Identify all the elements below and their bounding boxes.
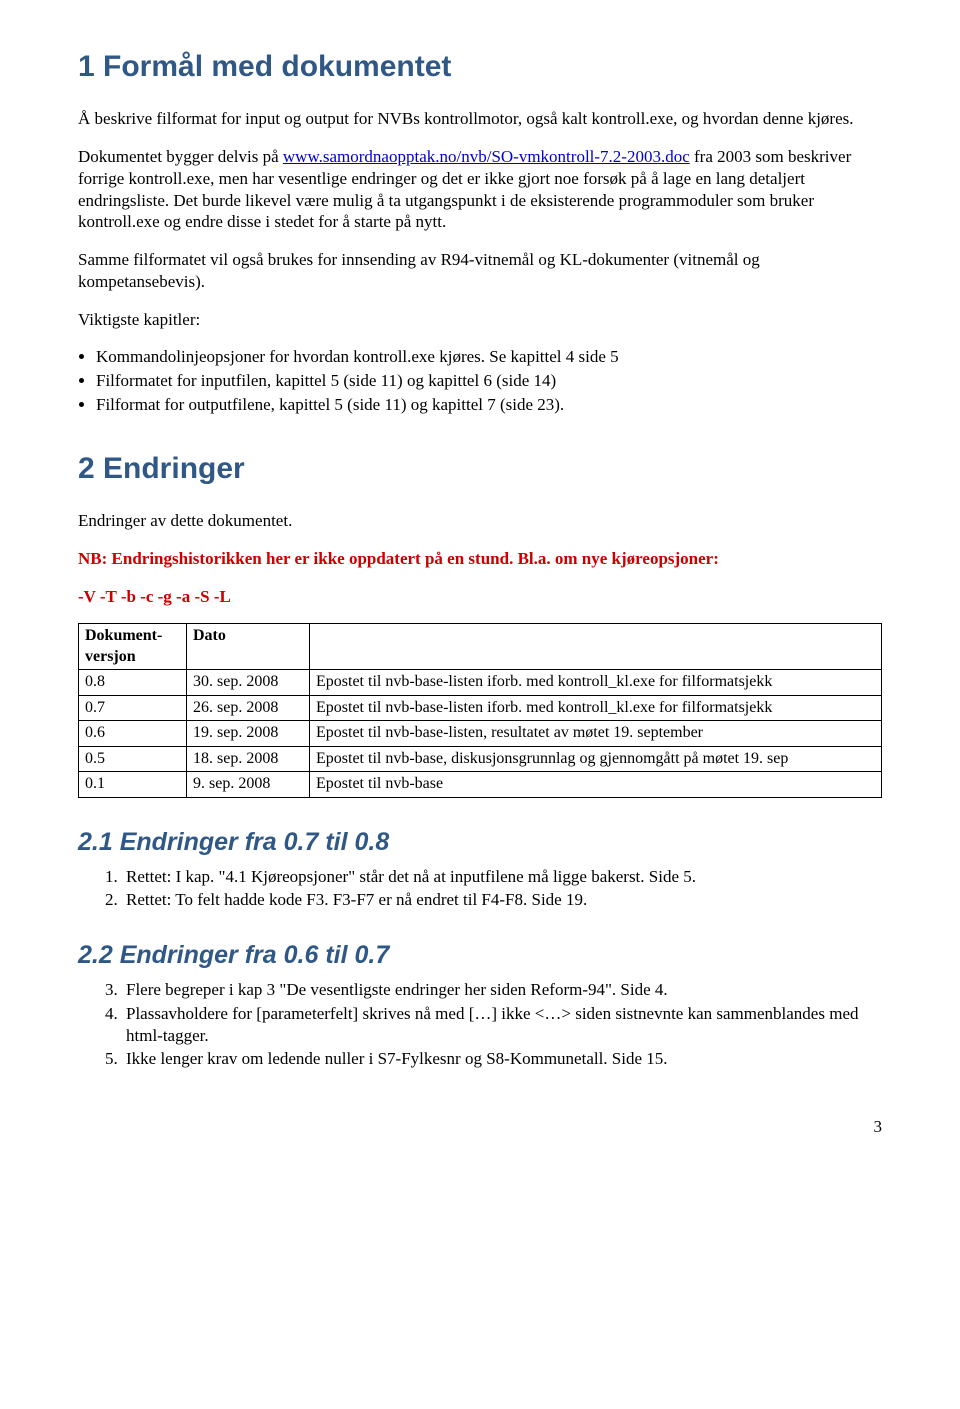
table-row: 0.7 26. sep. 2008 Epostet til nvb-base-l… — [79, 695, 882, 720]
list-item: Ikke lenger krav om ledende nuller i S7-… — [122, 1048, 882, 1070]
table-row: 0.1 9. sep. 2008 Epostet til nvb-base — [79, 772, 882, 797]
table-cell: 0.6 — [79, 721, 187, 746]
section-2-heading: 2 Endringer — [78, 450, 882, 488]
table-cell: Epostet til nvb-base — [310, 772, 882, 797]
s1-p2-text-a: Dokumentet bygger delvis på — [78, 147, 283, 166]
page-number: 3 — [78, 1116, 882, 1138]
section-2-2-heading: 2.2 Endringer fra 0.6 til 0.7 — [78, 939, 882, 971]
table-cell: Epostet til nvb-base-listen, resultatet … — [310, 721, 882, 746]
table-cell: 18. sep. 2008 — [187, 746, 310, 771]
table-cell: 0.8 — [79, 670, 187, 695]
table-cell: Epostet til nvb-base-listen iforb. med k… — [310, 695, 882, 720]
table-cell: 0.1 — [79, 772, 187, 797]
table-row: 0.6 19. sep. 2008 Epostet til nvb-base-l… — [79, 721, 882, 746]
table-cell: Epostet til nvb-base, diskusjonsgrunnlag… — [310, 746, 882, 771]
list-item: Filformat for outputfilene, kapittel 5 (… — [96, 394, 882, 416]
list-item: Rettet: To felt hadde kode F3. F3-F7 er … — [122, 889, 882, 911]
list-item: Flere begreper i kap 3 "De vesentligste … — [122, 979, 882, 1001]
table-cell: 19. sep. 2008 — [187, 721, 310, 746]
table-cell: 30. sep. 2008 — [187, 670, 310, 695]
s1-paragraph-2: Dokumentet bygger delvis på www.samordna… — [78, 146, 882, 233]
table-cell: Epostet til nvb-base-listen iforb. med k… — [310, 670, 882, 695]
s22-list: Flere begreper i kap 3 "De vesentligste … — [78, 979, 882, 1070]
table-header-row: Dokument-versjon Dato — [79, 624, 882, 670]
list-item: Kommandolinjeopsjoner for hvordan kontro… — [96, 346, 882, 368]
section-1-heading: 1 Formål med dokumentet — [78, 48, 882, 86]
table-header: Dokument-versjon — [79, 624, 187, 670]
s2-nb-note: NB: Endringshistorikken her er ikke oppd… — [78, 548, 882, 570]
table-header — [310, 624, 882, 670]
s1-paragraph-3: Samme filformatet vil også brukes for in… — [78, 249, 882, 293]
s1-bullet-list: Kommandolinjeopsjoner for hvordan kontro… — [78, 346, 882, 415]
s2-paragraph-1: Endringer av dette dokumentet. — [78, 510, 882, 532]
table-cell: 9. sep. 2008 — [187, 772, 310, 797]
section-2-1-heading: 2.1 Endringer fra 0.7 til 0.8 — [78, 826, 882, 858]
s1-paragraph-4: Viktigste kapitler: — [78, 309, 882, 331]
changes-table: Dokument-versjon Dato 0.8 30. sep. 2008 … — [78, 623, 882, 797]
table-cell: 0.5 — [79, 746, 187, 771]
table-row: 0.5 18. sep. 2008 Epostet til nvb-base, … — [79, 746, 882, 771]
table-cell: 26. sep. 2008 — [187, 695, 310, 720]
table-header: Dato — [187, 624, 310, 670]
list-item: Plassavholdere for [parameterfelt] skriv… — [122, 1003, 882, 1047]
list-item: Rettet: I kap. "4.1 Kjøreopsjoner" står … — [122, 866, 882, 888]
s2-flags: -V -T -b -c -g -a -S -L — [78, 586, 882, 608]
list-item: Filformatet for inputfilen, kapittel 5 (… — [96, 370, 882, 392]
table-row: 0.8 30. sep. 2008 Epostet til nvb-base-l… — [79, 670, 882, 695]
s21-list: Rettet: I kap. "4.1 Kjøreopsjoner" står … — [78, 866, 882, 912]
s1-paragraph-1: Å beskrive filformat for input og output… — [78, 108, 882, 130]
table-cell: 0.7 — [79, 695, 187, 720]
doc-link[interactable]: www.samordnaopptak.no/nvb/SO-vmkontroll-… — [283, 147, 690, 166]
